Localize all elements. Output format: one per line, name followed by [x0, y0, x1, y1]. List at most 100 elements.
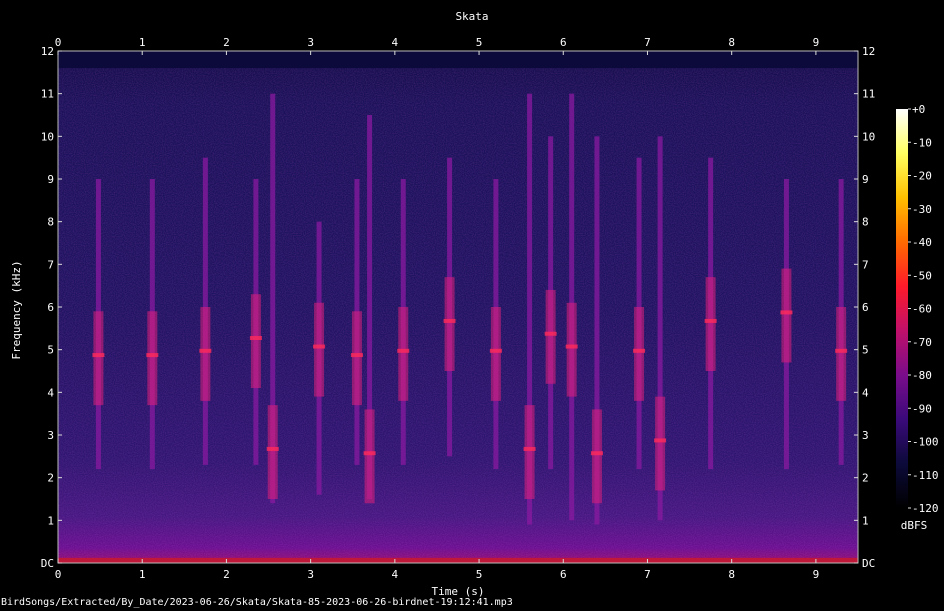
call-core — [398, 307, 409, 401]
call-core — [267, 405, 278, 499]
colorbar-label: dBFS — [901, 519, 928, 532]
x-tick-label-bottom: 2 — [223, 568, 230, 581]
x-tick-label-bottom: 9 — [813, 568, 820, 581]
y-tick-label-right: 6 — [862, 301, 869, 314]
colorbar-tick-label: -20 — [912, 170, 932, 183]
call-core — [566, 302, 577, 397]
call-core — [705, 277, 716, 371]
call-peak — [780, 310, 793, 315]
spectrogram-chart: 00112233445566778899DC DC1 12 23 34 45 56 67 78 8… — [10, 10, 939, 598]
call-peak — [443, 318, 456, 323]
call-peak — [266, 446, 279, 451]
x-tick-label-top: 6 — [560, 36, 567, 49]
call-peak — [590, 451, 603, 456]
y-tick-label-right: 10 — [862, 130, 875, 143]
colorbar-ticks: +0 -10 -20 -30 -40 -50 -60 -70 -80 -90 -100 -110 -12… — [908, 103, 939, 515]
call-peak — [350, 353, 363, 358]
x-tick-label-bottom: 7 — [644, 568, 651, 581]
y-tick-label-left: DC — [41, 557, 54, 570]
call-core — [634, 307, 645, 401]
call-peak — [249, 336, 262, 341]
x-tick-label-bottom: 6 — [560, 568, 567, 581]
y-tick-label-right: 2 — [862, 472, 869, 485]
y-tick-label-left: 1 — [47, 514, 54, 527]
source-file-path: BirdSongs/Extracted/By_Date/2023-06-26/S… — [1, 597, 513, 608]
call-core — [147, 311, 158, 406]
call-core — [314, 302, 325, 397]
call-peak — [654, 438, 667, 443]
call-peak — [92, 353, 105, 358]
x-tick-label-bottom: 5 — [476, 568, 483, 581]
x-tick-label-top: 7 — [644, 36, 651, 49]
colorbar-tick-label: -70 — [912, 336, 932, 349]
x-tick-label-top: 9 — [813, 36, 820, 49]
y-tick-label-right: 7 — [862, 258, 869, 271]
call-core — [364, 409, 375, 504]
colorbar-tick-label: -50 — [912, 269, 932, 282]
x-tick-label-top: 1 — [139, 36, 146, 49]
y-tick-label-left: 8 — [47, 216, 54, 229]
colorbar-gradient — [896, 109, 908, 508]
call-core — [591, 409, 602, 504]
call-core — [200, 307, 211, 401]
x-tick-label-top: 3 — [307, 36, 314, 49]
x-tick-label-top: 8 — [728, 36, 735, 49]
call-core — [444, 277, 455, 371]
colorbar-tick-label: +0 — [912, 103, 925, 116]
y-tick-label-right: 12 — [862, 45, 875, 58]
call-peak — [146, 353, 159, 358]
x-tick-label-top: 0 — [55, 36, 62, 49]
colorbar-tick-label: -30 — [912, 203, 932, 216]
y-axis-label: Frequency (kHz) — [10, 260, 23, 359]
call-peak — [489, 348, 502, 353]
x-tick-label-bottom: 4 — [392, 568, 399, 581]
call-core — [655, 396, 666, 491]
call-peak — [544, 331, 557, 336]
y-tick-label-left: 2 — [47, 472, 54, 485]
call-core — [524, 405, 535, 499]
call-core — [351, 311, 362, 406]
y-tick-label-left: 4 — [47, 386, 54, 399]
y-tick-label-left: 10 — [41, 130, 54, 143]
x-tick-label-bottom: 8 — [728, 568, 735, 581]
y-tick-label-left: 3 — [47, 429, 54, 442]
spectrogram-top-band — [58, 51, 858, 69]
spectrogram-dc-band — [58, 557, 858, 563]
y-tick-label-right: 8 — [862, 216, 869, 229]
colorbar-tick-label: -90 — [912, 402, 932, 415]
x-tick-label-bottom: 1 — [139, 568, 146, 581]
call-peak — [313, 344, 326, 349]
y-tick-label-left: 5 — [47, 344, 54, 357]
y-tick-label-right: 11 — [862, 88, 875, 101]
call-core — [490, 307, 501, 401]
colorbar-tick-label: -110 — [912, 469, 939, 482]
call-core — [781, 268, 792, 363]
colorbar-tick-label: -100 — [912, 436, 939, 449]
colorbar-tick-label: -10 — [912, 136, 932, 149]
x-tick-label-top: 2 — [223, 36, 230, 49]
y-tick-label-left: 11 — [41, 88, 54, 101]
call-core — [250, 294, 261, 389]
y-tick-label-right: DC — [862, 557, 875, 570]
x-tick-label-bottom: 3 — [307, 568, 314, 581]
colorbar-tick-label: -40 — [912, 236, 932, 249]
call-peak — [835, 348, 848, 353]
spectrogram-plot-area — [57, 50, 859, 564]
call-peak — [704, 318, 717, 323]
colorbar: +0 -10 -20 -30 -40 -50 -60 -70 -80 -90 -100 -110 -12… — [896, 103, 939, 532]
call-peak — [565, 344, 578, 349]
y-tick-label-right: 5 — [862, 344, 869, 357]
y-tick-label-left: 6 — [47, 301, 54, 314]
chart-title: Skata — [455, 10, 488, 23]
call-core — [545, 289, 556, 384]
y-tick-label-right: 9 — [862, 173, 869, 186]
spectrogram-noise-texture — [58, 51, 858, 563]
x-tick-label-top: 4 — [392, 36, 399, 49]
y-tick-label-left: 12 — [41, 45, 54, 58]
colorbar-tick-label: -60 — [912, 303, 932, 316]
call-peak — [523, 446, 536, 451]
call-core — [93, 311, 104, 406]
y-tick-label-left: 9 — [47, 173, 54, 186]
y-tick-label-right: 4 — [862, 386, 869, 399]
colorbar-tick-label: -120 — [912, 502, 939, 515]
